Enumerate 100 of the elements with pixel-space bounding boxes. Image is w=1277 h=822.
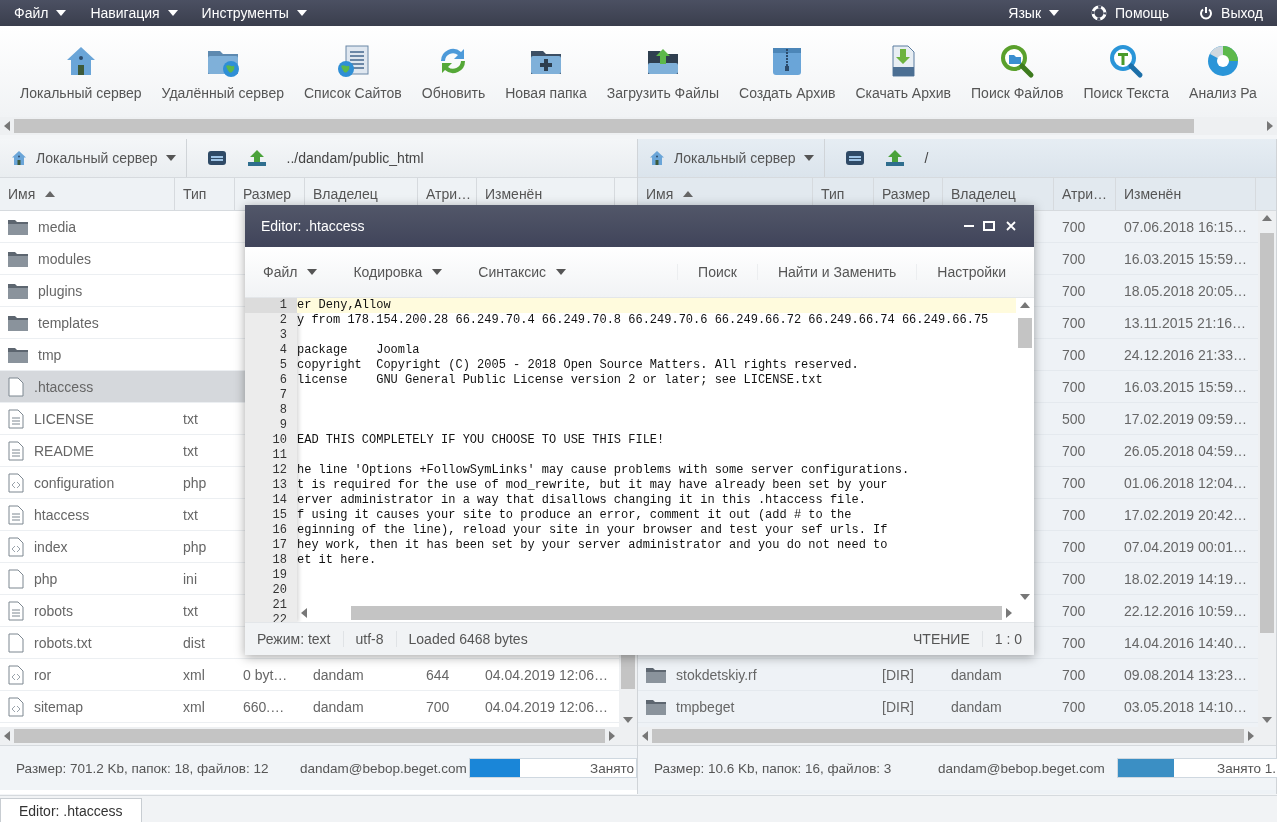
menu-item[interactable]: Файл bbox=[14, 5, 67, 21]
usage-label: Занято bbox=[590, 760, 635, 776]
table-cell: 660.… bbox=[243, 698, 285, 715]
mode-text: Режим: text bbox=[245, 631, 344, 647]
status-text: Размер: 701.2 Kb, папок: 18, файлов: 12 bbox=[16, 760, 269, 776]
toolbar-button[interactable]: Локальный сервер bbox=[10, 43, 152, 117]
table-cell: xml bbox=[183, 666, 205, 683]
pie-chart-icon bbox=[1205, 43, 1241, 79]
text-file-icon bbox=[8, 504, 24, 525]
table-cell: 07.06.2018 16:15… bbox=[1124, 218, 1247, 235]
editor-menu[interactable]: Синтаксис bbox=[468, 264, 577, 280]
toolbar-button[interactable]: Скачать Архив bbox=[845, 43, 962, 117]
line-number: 17 bbox=[272, 538, 287, 552]
line-number: 6 bbox=[279, 373, 287, 387]
file-name: media bbox=[38, 218, 77, 235]
status-text: Размер: 10.6 Kb, папок: 16, файлов: 3 bbox=[654, 760, 892, 776]
table-cell: 13.11.2015 21:16… bbox=[1124, 314, 1246, 331]
table-cell: 700 bbox=[1062, 570, 1086, 587]
toolbar-button[interactable]: Список Сайтов bbox=[293, 43, 412, 117]
table-cell: 22.12.2016 10:59… bbox=[1124, 602, 1247, 619]
code-line: he line 'Options +FollowSymLinks' may cause problems with some server configurations. bbox=[297, 463, 910, 477]
editor-action[interactable]: Поиск bbox=[677, 264, 757, 280]
menu-item[interactable]: Инструменты bbox=[201, 5, 307, 21]
scroll-thumb[interactable] bbox=[14, 729, 605, 743]
drive-button[interactable] bbox=[206, 149, 227, 167]
toolbar-button[interactable]: Поиск Текста bbox=[1073, 43, 1180, 117]
code-line: er Deny,Allow bbox=[297, 298, 391, 312]
code-line: hey work, then it has been set by your server administrator and you do not need to bbox=[297, 538, 888, 552]
table-cell: 17.02.2019 09:59… bbox=[1124, 410, 1247, 427]
code-file-icon bbox=[8, 536, 24, 557]
line-number: 18 bbox=[272, 553, 287, 567]
toolbar-button[interactable]: Загрузить Файлы bbox=[596, 43, 730, 117]
upload-button[interactable] bbox=[246, 149, 267, 167]
file-name: php bbox=[34, 570, 58, 587]
maximize-button[interactable] bbox=[982, 219, 996, 233]
read-mode-text: ЧТЕНИЕ bbox=[901, 631, 983, 647]
table-cell: xml bbox=[183, 698, 205, 715]
editor-action[interactable]: Найти и Заменить bbox=[756, 264, 917, 280]
toolbar-button[interactable]: Удалённый сервер bbox=[151, 43, 294, 117]
line-number: 13 bbox=[272, 478, 287, 492]
table-cell: 700 bbox=[1062, 314, 1086, 331]
file-name: htaccess bbox=[34, 506, 90, 523]
table-cell: 700 bbox=[1062, 698, 1086, 715]
account-text: dandam@bebop.beget.com bbox=[300, 760, 467, 776]
editor-menu[interactable]: Файл bbox=[253, 264, 328, 280]
path-text: ../dandam/public_html bbox=[286, 150, 424, 166]
editor-menu[interactable]: Кодировка bbox=[343, 264, 453, 280]
toolbar-button[interactable]: Анализ Ра bbox=[1179, 43, 1267, 117]
file-row[interactable]: ror xml 0 byt… dandam 644 04.04.2019 12:06… bbox=[0, 659, 619, 691]
logout-button[interactable]: Выход bbox=[1199, 5, 1263, 21]
line-number: 3 bbox=[279, 328, 287, 342]
line-number: 5 bbox=[279, 358, 287, 372]
line-number: 14 bbox=[272, 493, 287, 507]
line-number: 12 bbox=[272, 463, 287, 477]
text-search-icon bbox=[1108, 43, 1145, 79]
column-header[interactable]: Тип bbox=[175, 178, 235, 210]
taskbar-tab[interactable]: Editor: .htaccess bbox=[0, 798, 142, 822]
table-cell: txt bbox=[183, 506, 198, 523]
language-menu[interactable]: Язык bbox=[1008, 5, 1060, 21]
file-icon bbox=[8, 568, 24, 589]
folder-icon bbox=[8, 314, 28, 331]
editor-action[interactable]: Настройки bbox=[916, 264, 1026, 280]
toolbar-button[interactable]: Поиск Файлов bbox=[961, 43, 1074, 117]
table-cell: 700 bbox=[1062, 282, 1086, 299]
caret-icon bbox=[296, 10, 307, 16]
scroll-thumb[interactable] bbox=[351, 606, 1002, 620]
sort-up-icon bbox=[683, 191, 694, 197]
code-line: t is required for the use of mod_rewrite, but it may have already been set by your bbox=[297, 478, 888, 492]
table-cell: 18.02.2019 14:19… bbox=[1124, 570, 1247, 587]
table-cell: 16.03.2015 15:59… bbox=[1124, 250, 1247, 267]
table-cell: 700 bbox=[426, 698, 450, 715]
toolbar-button[interactable]: Новая папка bbox=[495, 43, 597, 117]
window-title: Editor: .htaccess bbox=[261, 218, 365, 234]
close-button[interactable] bbox=[1004, 219, 1018, 233]
table-cell: dandam bbox=[313, 666, 364, 683]
file-name: robots bbox=[34, 602, 73, 619]
toolbar-button[interactable]: Обновить bbox=[411, 43, 496, 117]
line-number: 19 bbox=[272, 568, 287, 582]
table-cell: 04.04.2019 12:06… bbox=[485, 698, 608, 715]
help-button[interactable]: Помощь bbox=[1091, 5, 1170, 21]
table-cell: 700 bbox=[1062, 218, 1086, 235]
line-number: 15 bbox=[272, 508, 287, 522]
file-row[interactable]: sitemap xml 660.… dandam 700 04.04.2019 12:06… bbox=[0, 691, 619, 723]
code-file-icon bbox=[8, 696, 24, 717]
scroll-thumb[interactable] bbox=[14, 119, 1194, 133]
menu-item[interactable]: Навигация bbox=[90, 5, 178, 21]
file-name: LICENSE bbox=[34, 410, 94, 427]
table-cell: 26.05.2018 04:59… bbox=[1124, 442, 1247, 459]
loaded-text: Loaded 6468 bytes bbox=[407, 631, 529, 647]
file-icon bbox=[8, 376, 24, 397]
text-file-icon bbox=[8, 440, 24, 461]
line-number: 7 bbox=[279, 388, 287, 402]
server-dropdown[interactable]: Локальный сервер bbox=[0, 139, 187, 177]
scroll-thumb[interactable] bbox=[1018, 318, 1032, 348]
path-text: / bbox=[924, 150, 929, 166]
caret-icon bbox=[432, 269, 443, 275]
file-name: sitemap bbox=[34, 698, 84, 715]
toolbar-button[interactable]: Создать Архив bbox=[729, 43, 846, 117]
column-header[interactable]: Имя bbox=[0, 178, 175, 210]
caret-icon bbox=[556, 269, 567, 275]
